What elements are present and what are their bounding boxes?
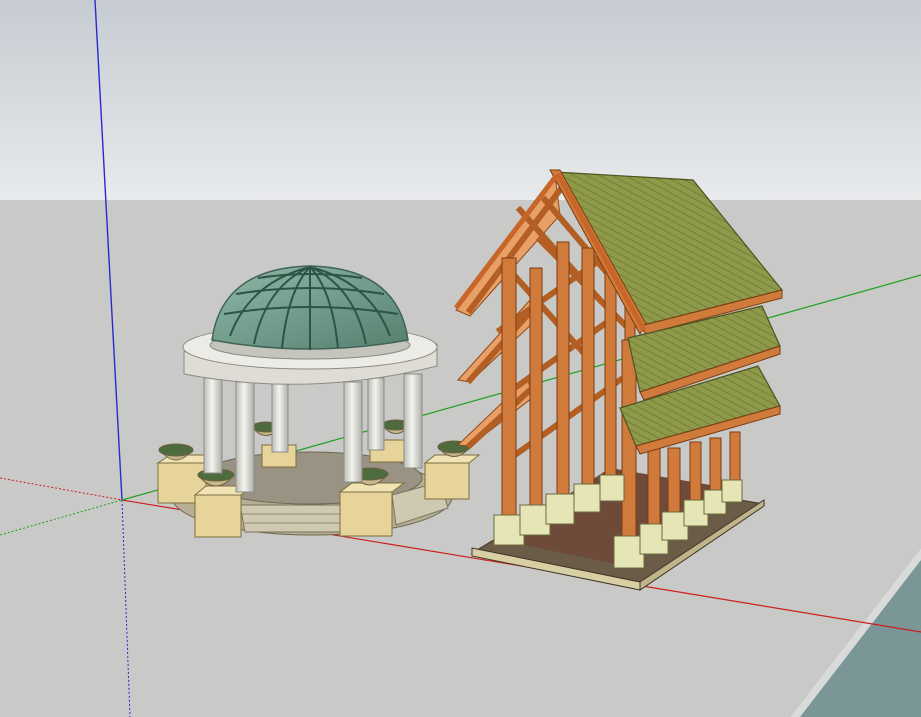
footing [721,479,743,503]
post [689,441,702,505]
column [403,373,423,469]
sketchup-viewport[interactable] [0,0,921,717]
column [343,381,363,483]
post [529,267,543,507]
column [271,381,289,453]
column [367,377,385,451]
post [729,431,741,485]
footing [545,493,575,525]
post [581,247,595,487]
post [709,437,722,495]
post [647,439,661,529]
sky [0,0,921,200]
column [235,381,255,493]
post [501,257,517,517]
gazebo-steps [239,504,356,533]
footing [599,474,625,502]
post [604,254,617,478]
3d-scene[interactable] [0,0,921,717]
footing [573,483,601,513]
post [667,447,681,517]
column [203,377,223,474]
post [556,241,570,497]
